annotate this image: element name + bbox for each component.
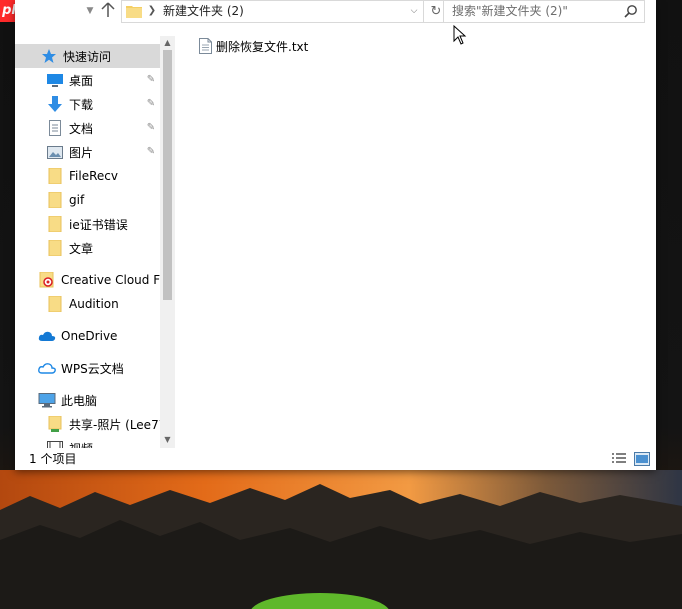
search-placeholder: 搜索"新建文件夹 (2)" — [452, 4, 568, 18]
nav-label: ie证书错误 — [69, 217, 128, 232]
nav-item-videos[interactable]: 视频 — [46, 436, 93, 448]
pin-icon[interactable]: ✎ — [146, 98, 156, 110]
nav-label: 此电脑 — [61, 393, 98, 408]
cloud-icon — [38, 327, 56, 345]
navigation-pane: 快速访问 桌面 ✎ 下载 ✎ 文档 ✎ 图片 ✎ FileRecv gif ie… — [15, 36, 175, 448]
nav-label: 文章 — [69, 241, 94, 256]
explorer-window: ▼ ❯ 新建文件夹 (2) ⌵ ↻ 搜索"新建文件夹 (2)" 快速访问 桌面 … — [15, 0, 656, 470]
nav-label: 图片 — [69, 145, 94, 160]
nav-item-downloads[interactable]: 下载 — [46, 92, 93, 116]
nav-label: Audition — [69, 297, 119, 311]
nav-item-pictures[interactable]: 图片 — [46, 140, 93, 164]
address-bar[interactable]: ❯ 新建文件夹 (2) ⌵ ↻ — [121, 0, 449, 23]
nav-label: FileRecv — [69, 169, 118, 183]
nav-item-documents[interactable]: 文档 — [46, 116, 93, 140]
pin-icon[interactable]: ✎ — [146, 122, 156, 134]
nav-item-creative-cloud[interactable]: Creative Cloud Files — [38, 268, 175, 292]
up-arrow-icon[interactable] — [100, 2, 116, 20]
nav-label: 快速访问 — [63, 49, 112, 64]
scroll-thumb[interactable] — [163, 50, 172, 300]
details-view-icon[interactable] — [611, 452, 627, 466]
desktop-icon — [46, 71, 64, 89]
pin-icon[interactable]: ✎ — [146, 146, 156, 158]
download-icon — [46, 95, 64, 113]
item-count: 1 个项目 — [29, 452, 77, 466]
videos-icon — [46, 439, 64, 448]
address-row: ▼ ❯ 新建文件夹 (2) ⌵ ↻ 搜索"新建文件夹 (2)" — [15, 0, 656, 24]
nav-label: Creative Cloud Files — [61, 273, 175, 287]
chevron-right-icon[interactable]: ❯ — [146, 1, 158, 21]
nav-label: 文档 — [69, 121, 94, 136]
folder-icon — [46, 239, 64, 257]
nav-label: 视频 — [69, 440, 93, 449]
folder-icon — [46, 191, 64, 209]
nav-item-ie-cert-error[interactable]: ie证书错误 — [46, 212, 128, 236]
computer-icon — [38, 391, 56, 409]
file-item[interactable]: 删除恢复文件.txt — [199, 36, 308, 56]
folder-icon — [46, 167, 64, 185]
folder-icon — [46, 215, 64, 233]
nav-label: OneDrive — [61, 329, 118, 343]
pin-icon[interactable]: ✎ — [146, 74, 156, 86]
shared-folder-icon — [46, 415, 64, 433]
scroll-down-icon[interactable]: ▼ — [160, 432, 175, 448]
mountain-silhouette — [0, 484, 682, 609]
nav-label: 下载 — [69, 97, 94, 112]
scroll-up-icon[interactable]: ▲ — [160, 36, 175, 50]
nav-label: 共享-照片 (Lee77 — [69, 417, 167, 432]
nav-item-wps-cloud[interactable]: WPS云文档 — [38, 356, 124, 380]
star-icon — [40, 47, 58, 65]
navigation-scrollbar[interactable]: ▲ ▼ — [160, 36, 175, 448]
nav-item-onedrive[interactable]: OneDrive — [38, 324, 117, 348]
file-list-area[interactable]: 删除恢复文件.txt — [185, 36, 645, 448]
status-bar: 1 个项目 — [15, 448, 656, 470]
large-icons-view-icon[interactable] — [634, 452, 650, 466]
document-icon — [46, 119, 64, 137]
nav-item-this-pc[interactable]: 此电脑 — [38, 388, 97, 412]
mouse-cursor-icon — [453, 25, 467, 45]
nav-label: gif — [69, 193, 85, 207]
nav-item-filerecv[interactable]: FileRecv — [46, 164, 118, 188]
wps-cloud-icon — [38, 359, 56, 377]
nav-item-shared-photos[interactable]: 共享-照片 (Lee77 — [46, 412, 166, 436]
nav-item-audition[interactable]: Audition — [46, 292, 119, 316]
text-file-icon — [199, 38, 212, 54]
nav-item-quick-access[interactable]: 快速访问 — [15, 44, 160, 68]
nav-label: 桌面 — [69, 73, 94, 88]
creative-cloud-icon — [38, 271, 56, 289]
folder-icon — [46, 295, 64, 313]
recent-locations-dropdown[interactable]: ▼ — [82, 3, 98, 19]
search-input[interactable]: 搜索"新建文件夹 (2)" — [443, 0, 645, 23]
nav-label: WPS云文档 — [61, 361, 124, 376]
nav-item-gif[interactable]: gif — [46, 188, 84, 212]
address-path[interactable]: 新建文件夹 (2) — [163, 1, 244, 21]
pictures-icon — [46, 143, 64, 161]
file-name: 删除恢复文件.txt — [216, 39, 309, 54]
nav-item-desktop[interactable]: 桌面 — [46, 68, 93, 92]
nav-item-articles[interactable]: 文章 — [46, 236, 93, 260]
search-icon[interactable] — [624, 4, 638, 21]
folder-icon — [126, 4, 142, 21]
address-dropdown-icon[interactable]: ⌵ — [406, 1, 422, 21]
